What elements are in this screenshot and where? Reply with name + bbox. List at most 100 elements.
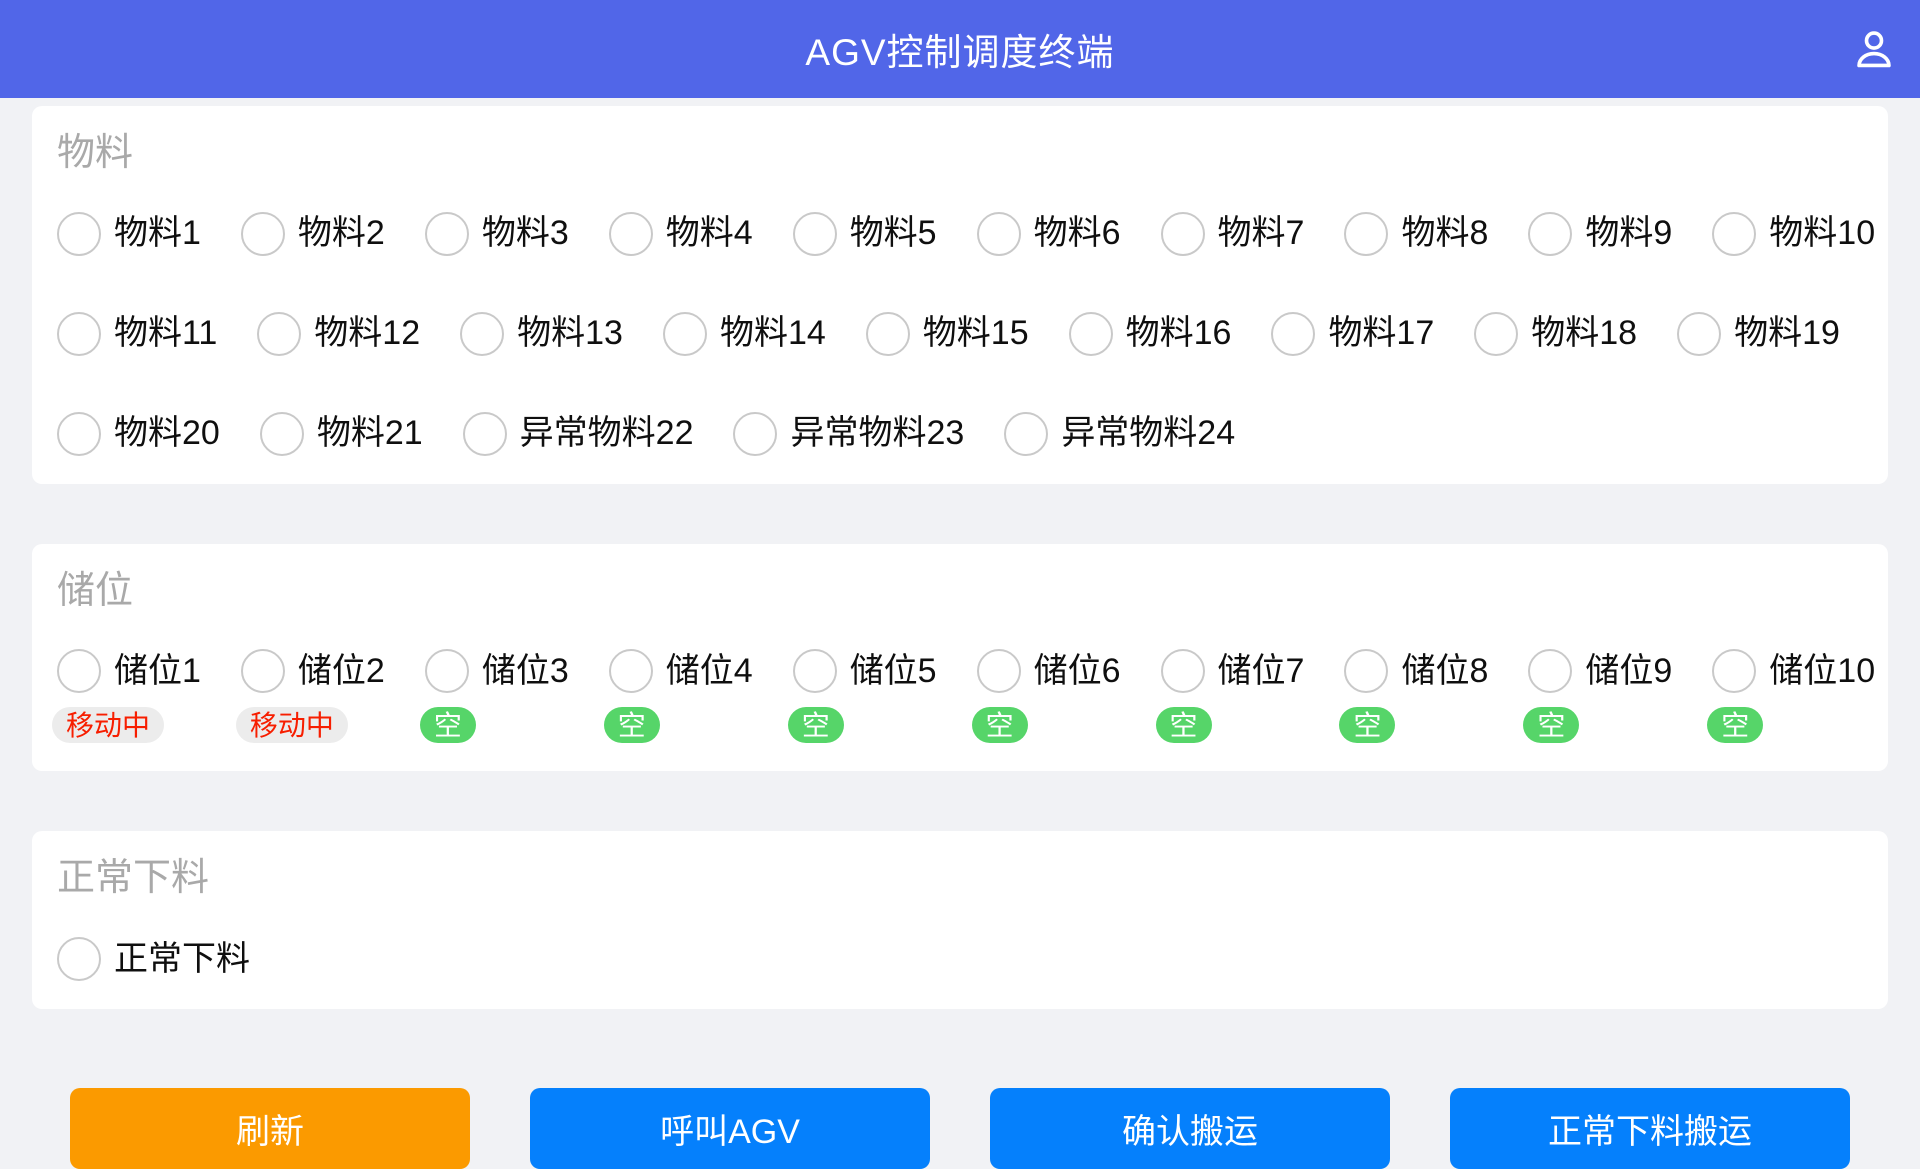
radio-item[interactable]: 储位6 <box>977 649 1121 693</box>
radio-item-label: 储位1 <box>114 651 201 692</box>
radio-item[interactable]: 物料9 <box>1528 212 1672 256</box>
radio-item[interactable]: 储位7 <box>1161 649 1305 693</box>
radio-button[interactable] <box>733 412 777 456</box>
radio-button[interactable] <box>793 649 837 693</box>
radio-button[interactable] <box>260 412 304 456</box>
radio-button[interactable] <box>241 212 285 256</box>
radio-item[interactable]: 物料18 <box>1474 312 1637 356</box>
radio-item-label: 物料13 <box>517 313 623 354</box>
radio-button[interactable] <box>460 312 504 356</box>
radio-item[interactable]: 储位3 <box>425 649 569 693</box>
call-agv-button[interactable]: 呼叫AGV <box>530 1088 930 1169</box>
storage-list: 储位1移动中储位2移动中储位3空储位4空储位5空储位6空储位7空储位8空储位9空… <box>57 649 1860 743</box>
radio-item[interactable]: 物料20 <box>57 412 220 456</box>
radio-item[interactable]: 储位2 <box>241 649 385 693</box>
radio-button[interactable] <box>793 212 837 256</box>
confirm-transport-button[interactable]: 确认搬运 <box>990 1088 1390 1169</box>
radio-item[interactable]: 物料14 <box>663 312 826 356</box>
radio-button[interactable] <box>1528 649 1572 693</box>
radio-button[interactable] <box>1712 212 1756 256</box>
storage-section-title: 储位 <box>57 570 1860 614</box>
radio-item[interactable]: 物料17 <box>1271 312 1434 356</box>
radio-button[interactable] <box>241 649 285 693</box>
radio-button[interactable] <box>1712 649 1756 693</box>
radio-item[interactable]: 正常下料 <box>57 937 250 981</box>
radio-item[interactable]: 异常物料23 <box>733 412 964 456</box>
normal-unload-transport-button[interactable]: 正常下料搬运 <box>1450 1088 1850 1169</box>
radio-item-label: 物料18 <box>1531 313 1637 354</box>
radio-item[interactable]: 储位1 <box>57 649 201 693</box>
radio-button[interactable] <box>866 312 910 356</box>
radio-item[interactable]: 物料15 <box>866 312 1029 356</box>
radio-button[interactable] <box>463 412 507 456</box>
radio-button[interactable] <box>1528 212 1572 256</box>
radio-button[interactable] <box>977 649 1021 693</box>
radio-button[interactable] <box>257 312 301 356</box>
status-badge: 空 <box>788 707 844 743</box>
radio-item[interactable]: 物料4 <box>609 212 753 256</box>
status-badge: 空 <box>972 707 1028 743</box>
radio-button[interactable] <box>1004 412 1048 456</box>
radio-item-label: 物料4 <box>666 213 753 254</box>
status-badge: 空 <box>1156 707 1212 743</box>
refresh-button[interactable]: 刷新 <box>70 1088 470 1169</box>
radio-item[interactable]: 物料21 <box>260 412 423 456</box>
radio-item[interactable]: 物料6 <box>977 212 1121 256</box>
radio-button[interactable] <box>1161 212 1205 256</box>
radio-item[interactable]: 储位10 <box>1712 649 1875 693</box>
radio-item[interactable]: 物料19 <box>1677 312 1840 356</box>
radio-button[interactable] <box>1161 649 1205 693</box>
radio-item[interactable]: 物料3 <box>425 212 569 256</box>
storage-slot: 储位3空 <box>425 649 569 743</box>
storage-slot: 储位4空 <box>609 649 753 743</box>
radio-item-label: 储位9 <box>1585 651 1672 692</box>
radio-item[interactable]: 物料11 <box>57 312 217 356</box>
radio-button[interactable] <box>425 212 469 256</box>
radio-item[interactable]: 储位8 <box>1344 649 1488 693</box>
radio-item[interactable]: 物料8 <box>1344 212 1488 256</box>
user-icon[interactable] <box>1848 23 1900 75</box>
radio-item-label: 异常物料22 <box>520 413 694 454</box>
radio-button[interactable] <box>1344 649 1388 693</box>
radio-button[interactable] <box>1069 312 1113 356</box>
radio-item[interactable]: 储位5 <box>793 649 937 693</box>
radio-item[interactable]: 物料10 <box>1712 212 1875 256</box>
radio-button[interactable] <box>57 649 101 693</box>
action-button-bar: 刷新 呼叫AGV 确认搬运 正常下料搬运 <box>0 1088 1920 1169</box>
radio-item-label: 物料9 <box>1585 213 1672 254</box>
radio-button[interactable] <box>57 312 101 356</box>
storage-slot: 储位10空 <box>1712 649 1875 743</box>
radio-button[interactable] <box>1474 312 1518 356</box>
radio-button[interactable] <box>663 312 707 356</box>
normal-unload-section-title: 正常下料 <box>57 857 1860 901</box>
radio-button[interactable] <box>425 649 469 693</box>
radio-button[interactable] <box>57 212 101 256</box>
radio-item[interactable]: 物料5 <box>793 212 937 256</box>
radio-button[interactable] <box>57 412 101 456</box>
radio-button[interactable] <box>1344 212 1388 256</box>
radio-item[interactable]: 物料7 <box>1161 212 1305 256</box>
status-badge: 空 <box>420 707 476 743</box>
radio-item-label: 物料15 <box>923 313 1029 354</box>
radio-button[interactable] <box>977 212 1021 256</box>
radio-button[interactable] <box>1271 312 1315 356</box>
radio-item[interactable]: 异常物料24 <box>1004 412 1235 456</box>
radio-item-label: 异常物料23 <box>790 413 964 454</box>
radio-button[interactable] <box>609 649 653 693</box>
radio-button[interactable] <box>57 937 101 981</box>
status-badge: 空 <box>1523 707 1579 743</box>
materials-card: 物料 物料1物料2物料3物料4物料5物料6物料7物料8物料9物料10物料11物料… <box>32 106 1888 484</box>
radio-item-label: 储位6 <box>1034 651 1121 692</box>
radio-item[interactable]: 物料12 <box>257 312 420 356</box>
materials-list: 物料1物料2物料3物料4物料5物料6物料7物料8物料9物料10物料11物料12物… <box>57 212 1860 456</box>
radio-item[interactable]: 异常物料22 <box>463 412 694 456</box>
normal-unload-list: 正常下料 <box>57 937 1860 981</box>
radio-item[interactable]: 储位9 <box>1528 649 1672 693</box>
radio-item[interactable]: 物料2 <box>241 212 385 256</box>
radio-item[interactable]: 储位4 <box>609 649 753 693</box>
radio-item[interactable]: 物料1 <box>57 212 201 256</box>
radio-item[interactable]: 物料16 <box>1069 312 1232 356</box>
radio-button[interactable] <box>609 212 653 256</box>
radio-button[interactable] <box>1677 312 1721 356</box>
radio-item[interactable]: 物料13 <box>460 312 623 356</box>
